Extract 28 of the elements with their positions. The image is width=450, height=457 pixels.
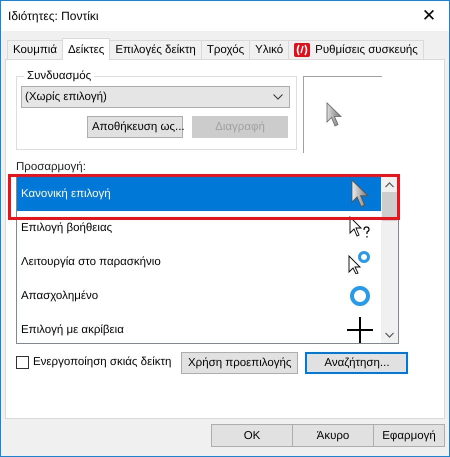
cursor-action-button[interactable]: Αναζήτηση...	[305, 352, 408, 374]
dialog-button[interactable]: OK	[211, 424, 293, 447]
scroll-up-icon[interactable]	[385, 182, 394, 188]
busy-cursor-icon	[347, 285, 373, 307]
cursor-row[interactable]: Κανονική επιλογή	[17, 177, 381, 211]
crosshair-cursor-icon	[347, 317, 373, 343]
cursor-row[interactable]: Απασχολημένο	[17, 279, 381, 313]
dialog-button[interactable]: Άκυρο	[292, 424, 374, 447]
tab[interactable]: Δείκτες	[62, 38, 110, 60]
scheme-button[interactable]: Αποθήκευση ως...	[87, 116, 183, 138]
window-title: Ιδιότητες: Ποντίκι	[7, 9, 99, 23]
cursor-row[interactable]: Λειτουργία στο παρασκήνιο	[17, 245, 381, 279]
scrollbar[interactable]	[381, 177, 398, 343]
scroll-down-icon[interactable]	[385, 332, 394, 338]
working-cursor-icon	[347, 250, 373, 274]
list-label: Προσαρμογή:	[16, 161, 87, 173]
chevron-down-icon	[273, 94, 283, 100]
arrow-cursor-icon	[326, 102, 342, 128]
dialog-button[interactable]: Εφαρμογή	[373, 424, 445, 447]
tab[interactable]: Ρυθμίσεις συσκευής	[288, 40, 424, 59]
group-label: Συνδυασμός	[26, 70, 92, 82]
cursor-row[interactable]: Επιλογή με ακρίβεια	[17, 313, 381, 343]
scheme-dropdown[interactable]: (Χωρίς επιλογή)	[21, 86, 290, 108]
tab[interactable]: Κουμπιά	[7, 40, 63, 59]
cursor-action-button[interactable]: Χρήση προεπιλογής	[181, 352, 298, 374]
shadow-checkbox[interactable]: Ενεργοποίηση σκιάς δείκτη	[16, 354, 181, 370]
cursor-row[interactable]: Επιλογή βοήθειας	[17, 211, 381, 245]
scroll-thumb[interactable]	[382, 192, 397, 221]
